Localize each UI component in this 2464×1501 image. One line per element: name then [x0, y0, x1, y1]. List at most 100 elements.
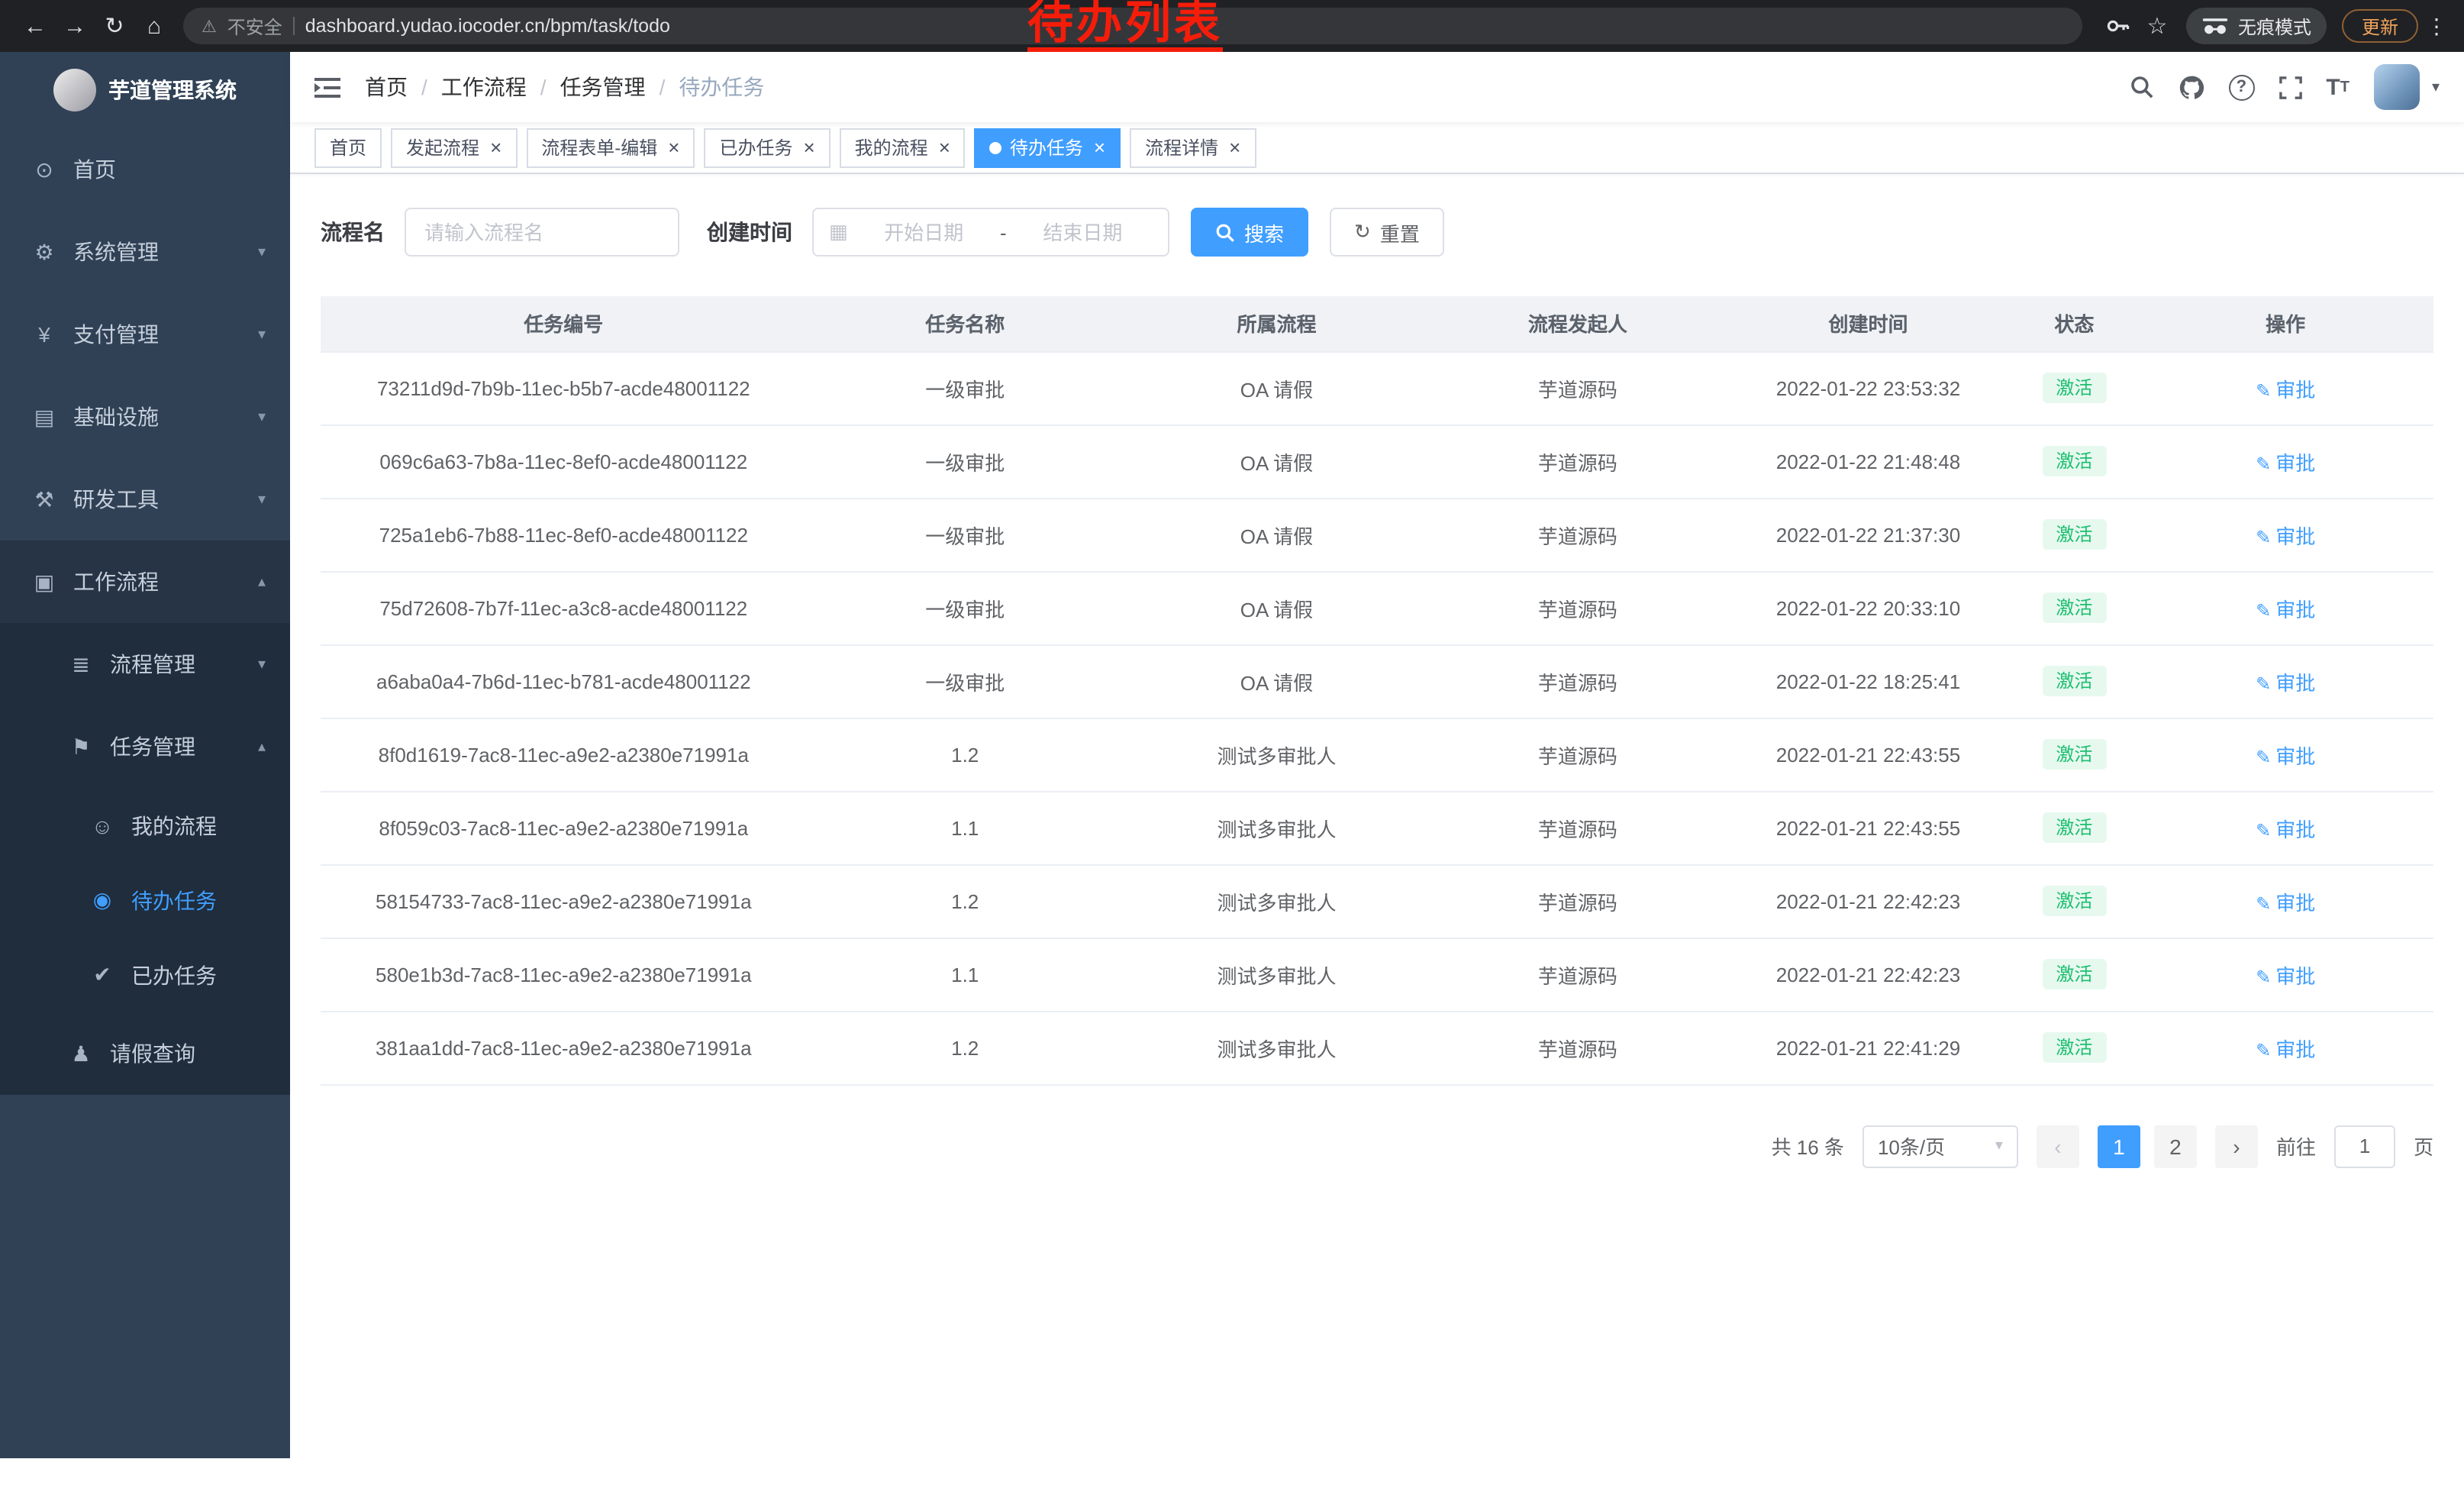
approve-link[interactable]: ✎审批 — [2256, 1038, 2315, 1060]
browser-menu-icon[interactable]: ⋮ — [2424, 6, 2449, 46]
approve-link[interactable]: ✎审批 — [2256, 525, 2315, 547]
edit-icon: ✎ — [2256, 746, 2271, 767]
home-icon[interactable]: ⌂ — [134, 6, 174, 46]
close-icon[interactable]: × — [803, 137, 814, 157]
sidebar-item-label: 支付管理 — [73, 319, 159, 350]
approve-link[interactable]: ✎审批 — [2256, 671, 2315, 694]
sidebar-item-payment[interactable]: ¥ 支付管理 ▾ — [0, 293, 290, 376]
page-size-select[interactable]: 10条/页 ▾ — [1863, 1125, 2018, 1167]
close-icon[interactable]: × — [1229, 137, 1240, 157]
approve-link[interactable]: ✎审批 — [2256, 891, 2315, 914]
cell-process: 测试多审批人 — [1124, 791, 1430, 864]
sidebar-item-home[interactable]: ⊙ 首页 — [0, 128, 290, 211]
sidebar-item-dev-tools[interactable]: ⚒ 研发工具 ▾ — [0, 458, 290, 541]
logo-avatar — [53, 69, 96, 111]
breadcrumb-item[interactable]: 首页 — [365, 72, 408, 102]
prev-page-button[interactable]: ‹ — [2037, 1125, 2079, 1167]
cell-process: OA 请假 — [1124, 498, 1430, 571]
sidebar-item-system[interactable]: ⚙ 系统管理 ▾ — [0, 211, 290, 293]
tab-my-process[interactable]: 我的流程 × — [840, 128, 966, 167]
cell-task-id: 069c6a63-7b8a-11ec-8ef0-acde48001122 — [321, 424, 807, 498]
github-icon[interactable] — [2178, 74, 2204, 100]
tab-start-process[interactable]: 发起流程 × — [391, 128, 517, 167]
sidebar-item-leave-query[interactable]: ♟ 请假查询 — [0, 1012, 290, 1095]
edit-icon: ✎ — [2256, 673, 2271, 694]
cell-task-name: 1.2 — [807, 1011, 1124, 1084]
person-icon: ♟ — [67, 1041, 95, 1067]
update-button[interactable]: 更新 — [2342, 9, 2418, 43]
eye-icon: ◉ — [89, 887, 116, 913]
sidebar-item-my-process[interactable]: ☺ 我的流程 — [0, 788, 290, 863]
user-avatar[interactable] — [2374, 64, 2420, 110]
fullscreen-icon[interactable] — [2279, 76, 2301, 98]
cell-create-time: 2022-01-22 18:25:41 — [1726, 644, 2011, 718]
back-icon[interactable]: ← — [15, 6, 55, 46]
tab-done-tasks[interactable]: 已办任务 × — [704, 128, 830, 167]
tab-todo-tasks[interactable]: 待办任务 × — [975, 128, 1121, 167]
incognito-badge: 无痕模式 — [2186, 8, 2327, 44]
forward-icon[interactable]: → — [55, 6, 95, 46]
cell-status: 激活 — [2011, 864, 2137, 938]
next-page-button[interactable]: › — [2215, 1125, 2258, 1167]
breadcrumb-item[interactable]: 任务管理 — [560, 72, 646, 102]
cell-initiator: 芋道源码 — [1430, 864, 1726, 938]
status-badge: 激活 — [2042, 373, 2106, 404]
close-icon[interactable]: × — [668, 137, 679, 157]
key-icon[interactable] — [2098, 6, 2137, 46]
cell-task-name: 一级审批 — [807, 571, 1124, 644]
goto-page-input[interactable] — [2334, 1125, 2395, 1167]
cell-status: 激活 — [2011, 644, 2137, 718]
approve-link[interactable]: ✎审批 — [2256, 598, 2315, 621]
cell-process: 测试多审批人 — [1124, 718, 1430, 791]
tab-form-edit[interactable]: 流程表单-编辑 × — [526, 128, 695, 167]
annotation-text: 待办列表 — [1027, 2, 1223, 52]
tab-process-detail[interactable]: 流程详情 × — [1130, 128, 1256, 167]
end-date-input[interactable] — [1013, 221, 1153, 244]
process-name-input[interactable] — [405, 208, 679, 257]
sidebar-item-infrastructure[interactable]: ▤ 基础设施 ▾ — [0, 376, 290, 458]
page-button-2[interactable]: 2 — [2154, 1125, 2197, 1167]
approve-link[interactable]: ✎审批 — [2256, 744, 2315, 767]
start-date-input[interactable] — [854, 221, 994, 244]
cell-action: ✎审批 — [2137, 864, 2433, 938]
cell-initiator: 芋道源码 — [1430, 498, 1726, 571]
sidebar-item-done-tasks[interactable]: ✔ 已办任务 — [0, 938, 290, 1012]
approve-link[interactable]: ✎审批 — [2256, 818, 2315, 841]
cell-task-id: 73211d9d-7b9b-11ec-b5b7-acde48001122 — [321, 351, 807, 424]
sidebar-item-todo-tasks[interactable]: ◉ 待办任务 — [0, 863, 290, 938]
cell-status: 激活 — [2011, 351, 2137, 424]
search-button[interactable]: 搜索 — [1191, 208, 1308, 257]
dashboard-icon: ⊙ — [31, 157, 58, 182]
reload-icon[interactable]: ↻ — [95, 6, 134, 46]
hamburger-icon[interactable] — [314, 76, 340, 98]
flag-icon: ⚑ — [67, 734, 95, 760]
cell-action: ✎审批 — [2137, 938, 2433, 1011]
task-table: 任务编号任务名称所属流程流程发起人创建时间状态操作 73211d9d-7b9b-… — [321, 296, 2433, 1085]
approve-link[interactable]: ✎审批 — [2256, 378, 2315, 401]
page-button-1[interactable]: 1 — [2098, 1125, 2140, 1167]
search-icon[interactable] — [2129, 75, 2153, 99]
total-count: 共 16 条 — [1772, 1131, 1844, 1160]
approve-link[interactable]: ✎审批 — [2256, 451, 2315, 474]
tab-home[interactable]: 首页 — [314, 128, 382, 167]
chat-icon: ☺ — [89, 813, 116, 838]
close-icon[interactable]: × — [1094, 137, 1105, 157]
reset-button[interactable]: ↻ 重置 — [1330, 208, 1444, 257]
search-button-label: 搜索 — [1244, 218, 1284, 247]
close-icon[interactable]: × — [939, 137, 950, 157]
date-range-picker[interactable]: ▦ - — [812, 208, 1169, 257]
avatar-caret-icon[interactable]: ▾ — [2432, 79, 2440, 95]
help-icon[interactable]: ? — [2228, 74, 2254, 100]
close-icon[interactable]: × — [490, 137, 502, 157]
sidebar-item-process-mgmt[interactable]: ≣ 流程管理 ▾ — [0, 623, 290, 705]
status-badge: 激活 — [2042, 592, 2106, 624]
cell-create-time: 2022-01-22 21:48:48 — [1726, 424, 2011, 498]
approve-link[interactable]: ✎审批 — [2256, 964, 2315, 987]
font-size-icon[interactable]: TT — [2326, 74, 2350, 100]
bookmark-star-icon[interactable]: ☆ — [2137, 6, 2177, 46]
cell-process: OA 请假 — [1124, 351, 1430, 424]
sidebar-item-task-mgmt[interactable]: ⚑ 任务管理 ▴ — [0, 705, 290, 788]
sidebar-item-workflow[interactable]: ▣ 工作流程 ▴ — [0, 541, 290, 623]
sidebar-item-label: 我的流程 — [131, 810, 217, 841]
breadcrumb-item[interactable]: 工作流程 — [441, 72, 527, 102]
